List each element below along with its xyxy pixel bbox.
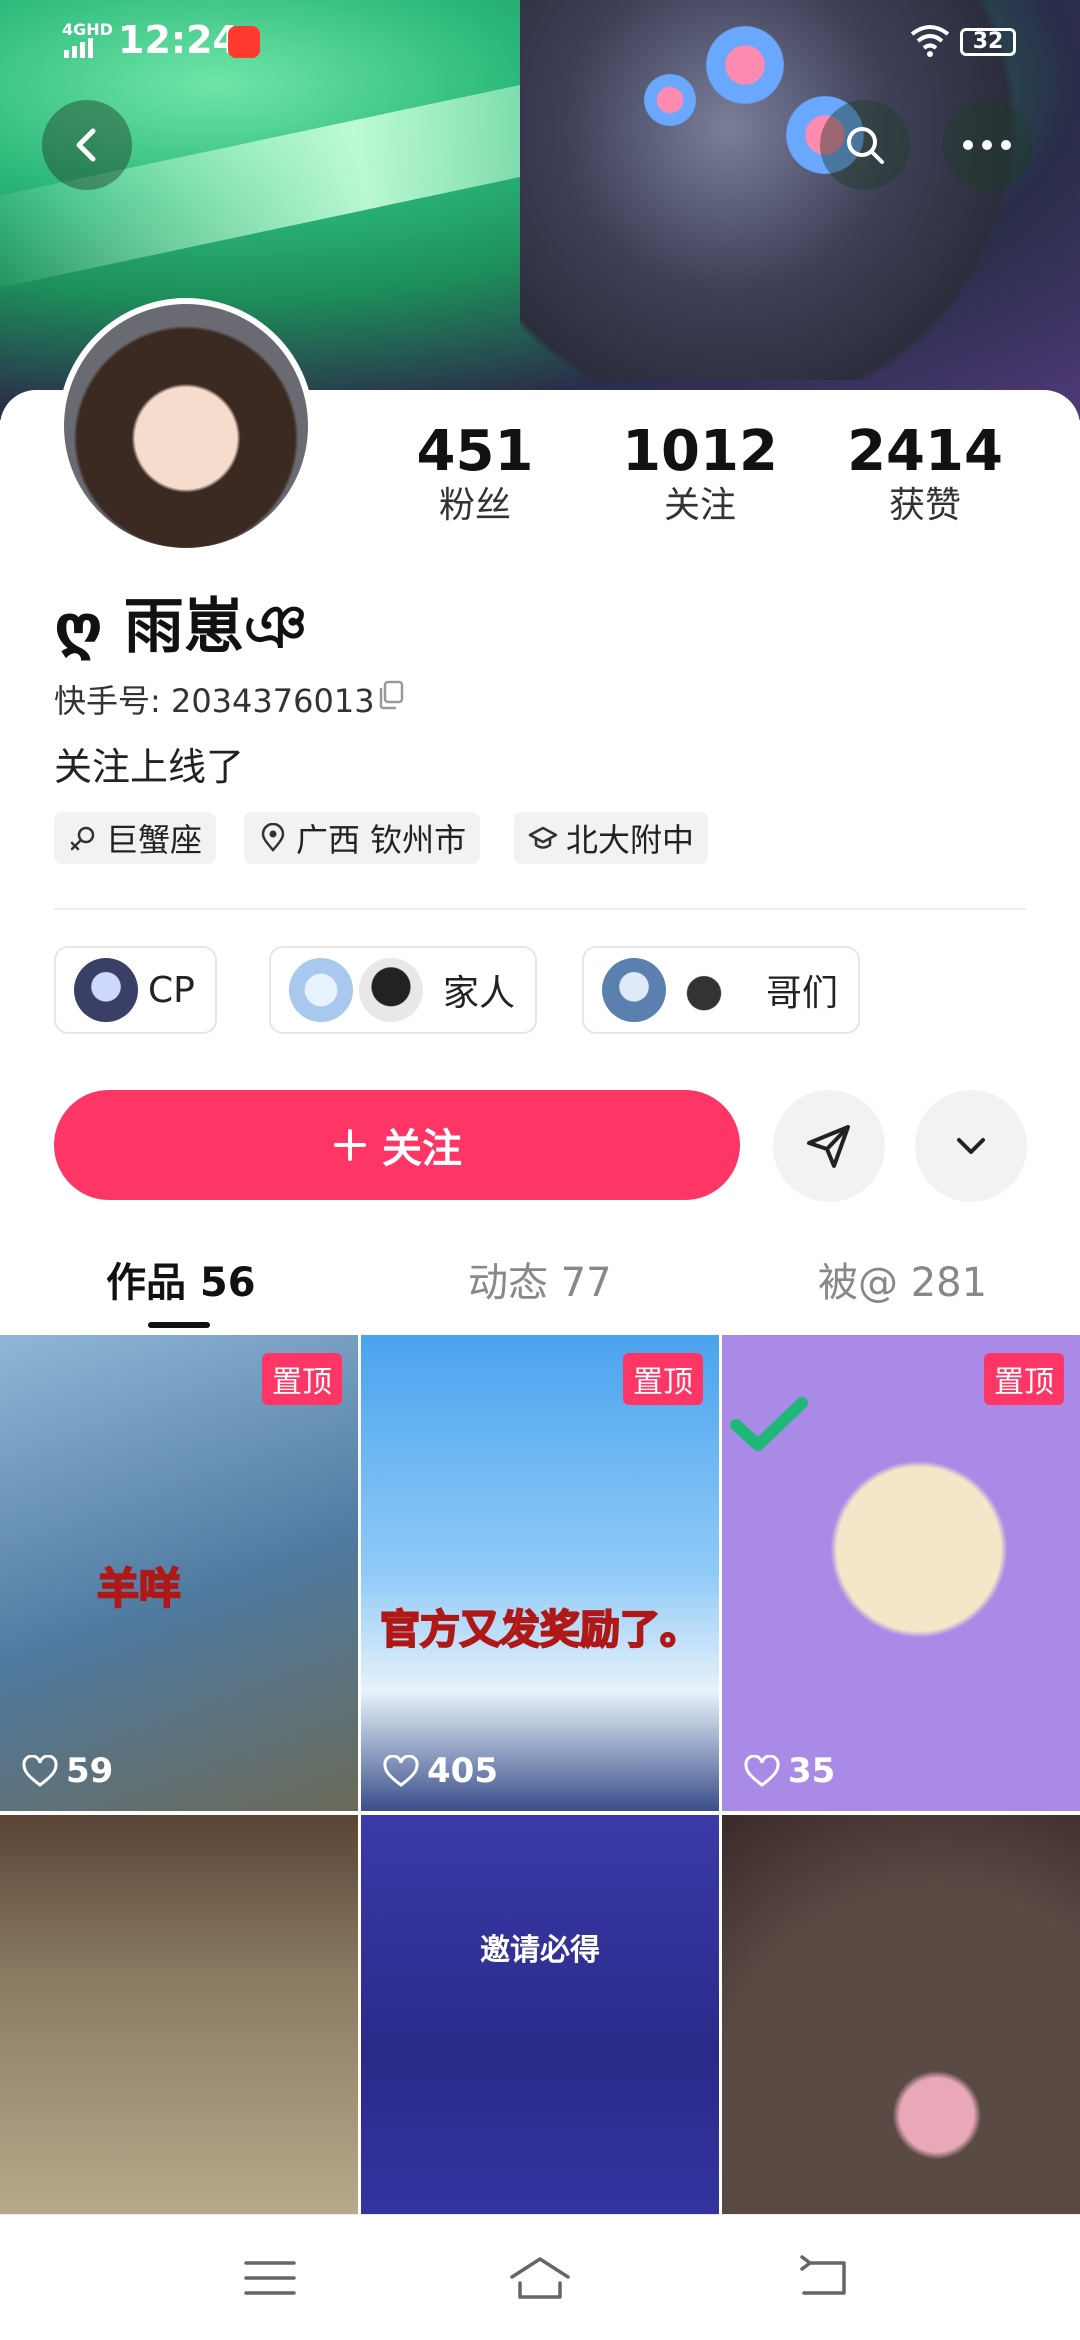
battery-indicator: 32 (960, 28, 1016, 56)
share-button[interactable] (773, 1090, 885, 1202)
pinned-badge: 置顶 (262, 1353, 342, 1405)
checkmark-icon (730, 1397, 808, 1451)
back-button[interactable] (42, 100, 132, 190)
location-icon (261, 823, 285, 852)
content-tabs: 作品 56 动态 77 被@ 281 (0, 1250, 1080, 1330)
video-caption: 邀请必得 (480, 1933, 600, 1968)
copy-icon[interactable] (378, 680, 404, 710)
stat-value: 1012 (622, 419, 778, 484)
video-item[interactable]: 置顶 35 (722, 1335, 1080, 1811)
group-family[interactable]: 家人 (269, 946, 538, 1034)
status-bar: 4GHD 12:24 32 (0, 0, 1080, 80)
tag-location: 广西 钦州市 (244, 812, 481, 864)
heart-icon (744, 1755, 780, 1787)
heart-icon (22, 1755, 58, 1787)
stat-likes[interactable]: 2414 获赞 (825, 420, 1025, 528)
school-icon (528, 826, 558, 849)
more-actions-dropdown[interactable] (915, 1090, 1027, 1202)
send-icon (807, 1125, 850, 1168)
group-label: 家人 (443, 973, 516, 1014)
profile-name: ღ 雨崽ঞ (54, 592, 308, 662)
clock: 12:24 (118, 18, 239, 62)
tab-works[interactable]: 作品 56 (106, 1250, 256, 1308)
more-options-button[interactable] (942, 100, 1032, 190)
video-item[interactable]: 邀请必得 (361, 1815, 719, 2215)
stat-label: 关注 (663, 485, 736, 526)
like-count: 405 (383, 1751, 498, 1791)
video-caption: 官方又发奖励了。 (379, 1606, 701, 1654)
tab-mentions[interactable]: 被@ 281 (818, 1250, 987, 1308)
tag-school: 北大附中 (514, 812, 709, 864)
follow-button[interactable]: 关注 (54, 1090, 740, 1200)
group-avatar (602, 958, 666, 1022)
pinned-badge: 置顶 (984, 1353, 1064, 1405)
video-caption: 羊咩 (96, 1563, 182, 1614)
stat-label: 获赞 (888, 485, 961, 526)
like-count-value: 59 (66, 1751, 114, 1791)
pinned-badge: 置顶 (623, 1353, 703, 1405)
group-buddies[interactable]: 哥们 (582, 946, 861, 1034)
tag-label: 巨蟹座 (106, 821, 203, 859)
tab-indicator (148, 1322, 210, 1328)
follow-label: 关注 (382, 1126, 462, 1172)
video-item[interactable]: 置顶 官方又发奖励了。 405 (361, 1335, 719, 1811)
divider (54, 908, 1026, 910)
app-notification-icon (228, 26, 260, 58)
group-avatar (74, 958, 138, 1022)
tag-label: 广西 钦州市 (296, 821, 467, 859)
more-dots-icon (963, 140, 1011, 150)
signal-icon (64, 38, 93, 58)
stat-following[interactable]: 1012 关注 (600, 420, 800, 528)
group-avatar (289, 958, 353, 1022)
system-nav-bar (0, 2214, 1080, 2340)
profile-bio: 关注上线了 (54, 745, 245, 789)
stat-value: 2414 (847, 419, 1003, 484)
tag-zodiac: 巨蟹座 (54, 812, 217, 864)
stat-value: 451 (416, 419, 534, 484)
home-icon[interactable] (508, 2253, 572, 2303)
search-icon (847, 127, 884, 164)
avatar[interactable] (58, 298, 314, 554)
menu-icon[interactable] (242, 2253, 298, 2303)
like-count-value: 35 (788, 1751, 836, 1791)
search-button[interactable] (820, 100, 910, 190)
group-avatar (359, 958, 423, 1022)
tag-label: 北大附中 (566, 821, 695, 859)
like-count: 59 (22, 1751, 113, 1791)
group-avatar (672, 958, 736, 1022)
kuaishou-id: 快手号: 2034376013 (54, 682, 375, 720)
video-item[interactable]: 置顶 羊咩 59 (0, 1335, 358, 1811)
like-count-value: 405 (427, 1751, 498, 1791)
wifi-icon (910, 25, 950, 57)
group-label: 哥们 (766, 973, 839, 1014)
network-indicator: 4GHD (62, 20, 113, 39)
stat-label: 粉丝 (438, 485, 511, 526)
video-item[interactable] (0, 1815, 358, 2215)
chevron-left-icon (76, 128, 96, 162)
chevron-down-icon (957, 1138, 985, 1154)
video-item[interactable] (722, 1815, 1080, 2215)
group-cp[interactable]: CP (54, 946, 217, 1034)
group-label: CP (148, 969, 195, 1011)
like-count: 35 (744, 1751, 835, 1791)
heart-icon (383, 1755, 419, 1787)
back-nav-icon[interactable] (796, 2253, 852, 2303)
zodiac-icon (70, 826, 95, 851)
tab-moments[interactable]: 动态 77 (468, 1250, 612, 1308)
stat-followers[interactable]: 451 粉丝 (375, 420, 575, 528)
plus-icon (334, 1129, 366, 1161)
